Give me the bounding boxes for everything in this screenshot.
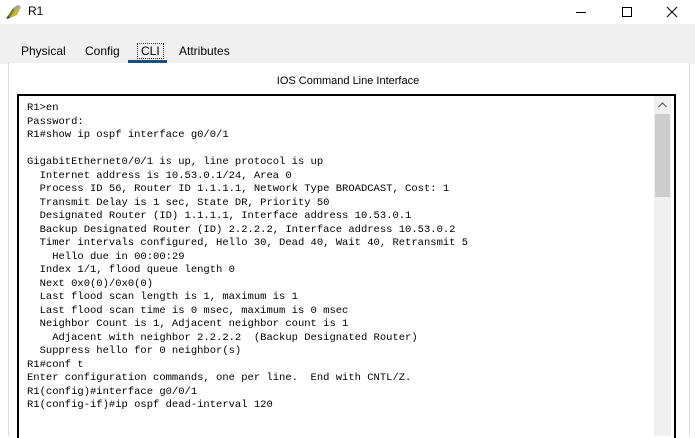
tab-attributes[interactable]: Attributes [175, 40, 234, 62]
console-line: R1(config-if)#ip ospf dead-interval 120 [27, 399, 273, 411]
cli-console[interactable]: R1>en Password: R1#show ip ospf interface … [17, 94, 676, 438]
console-line: Index 1/1, flood queue length 0 [27, 264, 235, 276]
maximize-icon [622, 7, 632, 17]
console-output[interactable]: R1>en Password: R1#show ip ospf interface … [27, 102, 655, 413]
console-line: Designated Router (ID) 1.1.1.1, Interfac… [27, 210, 412, 222]
console-line: R1>en [27, 102, 59, 114]
maximize-button[interactable] [604, 0, 650, 24]
console-line: Transmit Delay is 1 sec, State DR, Prior… [27, 196, 330, 209]
tab-config[interactable]: Config [81, 40, 124, 62]
console-line: Timer intervals configured, Hello 30, De… [27, 237, 469, 249]
console-line: Last flood scan length is 1, maximum is … [27, 291, 298, 303]
console-line: GigabitEthernet0/0/1 is up, line protoco… [27, 156, 324, 168]
console-line: Adjacent with neighbor 2.2.2.2 (Backup D… [27, 331, 418, 344]
console-line: Suppress hello for 0 neighbor(s) [27, 345, 242, 357]
window-title: R1 [28, 4, 44, 18]
panel-header: IOS Command Line Interface [276, 75, 420, 87]
console-line: Process ID 56, Router ID 1.1.1.1, Networ… [27, 183, 450, 195]
console-line: R1#conf t [27, 358, 84, 371]
scroll-up-button[interactable] [654, 96, 671, 113]
close-icon [666, 6, 678, 18]
console-line: Backup Designated Router (ID) 2.2.2.2, I… [27, 223, 456, 236]
tab-cli[interactable]: CLI [133, 40, 168, 62]
console-line: Enter configuration commands, one per li… [27, 372, 412, 384]
router-icon [5, 4, 23, 20]
chevron-up-icon [658, 101, 667, 107]
console-line: Internet address is 10.53.0.1/24, Area 0 [27, 169, 292, 182]
console-line: Next 0x0(0)/0x0(0) [27, 277, 154, 290]
minimize-icon [576, 12, 586, 13]
scroll-thumb[interactable] [655, 114, 670, 197]
console-line: Password: [27, 115, 84, 128]
console-scrollbar[interactable] [654, 96, 671, 436]
console-line: Hello due in 00:00:29 [27, 250, 185, 263]
console-line: R1#show ip ospf interface g0/0/1 [27, 129, 229, 141]
tab-cli-label: CLI [137, 43, 164, 59]
minimize-button[interactable] [558, 0, 604, 24]
console-line: Last flood scan time is 0 msec, maximum … [27, 304, 349, 317]
console-line: R1(config)#interface g0/0/1 [27, 385, 198, 398]
console-line: Neighbor Count is 1, Adjacent neighbor c… [27, 318, 349, 330]
tab-physical[interactable]: Physical [17, 40, 70, 62]
title-bar[interactable]: R1 [0, 0, 695, 24]
close-button[interactable] [649, 0, 695, 24]
